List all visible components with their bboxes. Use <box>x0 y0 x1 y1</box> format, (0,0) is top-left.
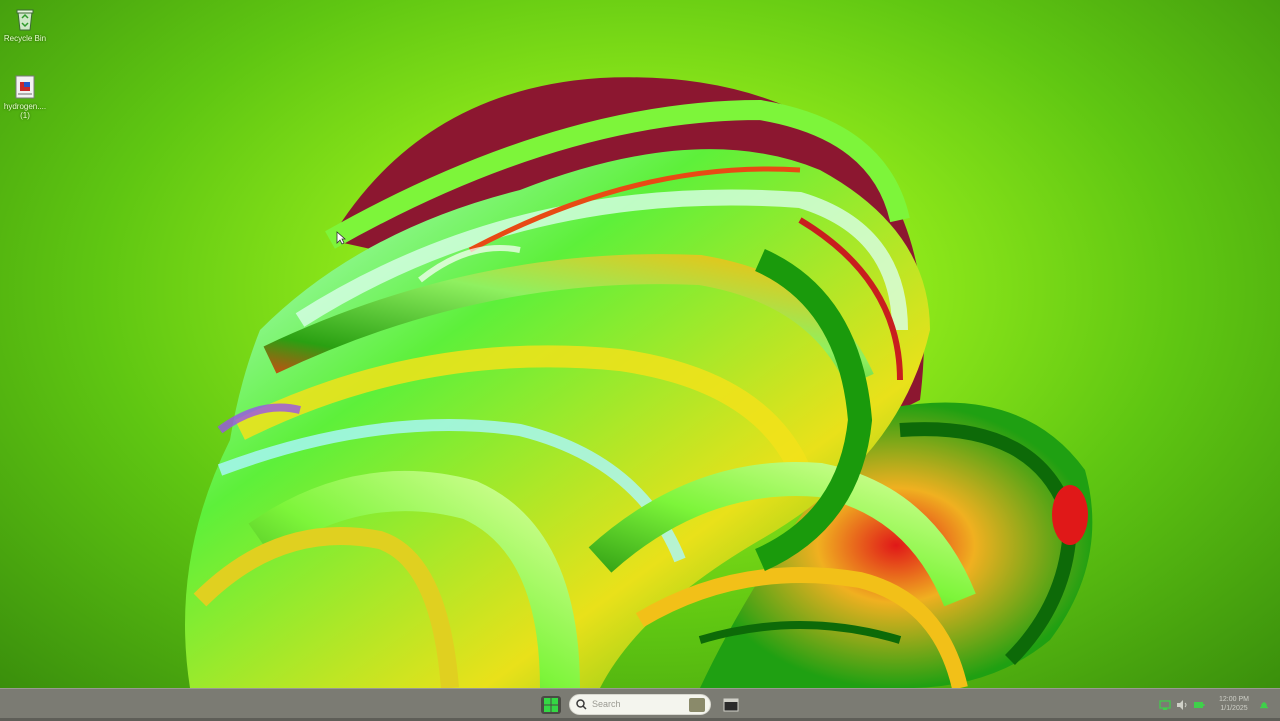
start-button[interactable] <box>541 696 561 714</box>
windows-start-icon <box>544 698 558 712</box>
search-icon <box>576 699 587 710</box>
taskbar-search-box[interactable]: Search <box>569 694 711 715</box>
taskbar-clock[interactable]: 12:00 PM 1/1/2025 <box>1212 695 1256 713</box>
desktop-icon-label-line2: (1) <box>20 111 30 120</box>
clock-date: 1/1/2025 <box>1220 705 1248 712</box>
search-placeholder: Search <box>592 699 621 709</box>
mouse-cursor-icon <box>336 231 346 245</box>
desktop-icon-label: Recycle Bin <box>3 34 47 43</box>
network-icon[interactable] <box>1159 699 1171 711</box>
desktop-icon-label: hydrogen.... <box>3 102 47 111</box>
wallpaper-bloom-art <box>185 77 1093 688</box>
pinned-app-button[interactable] <box>721 696 741 714</box>
app-window-icon <box>723 698 739 712</box>
desktop-icon-recycle-bin[interactable]: Recycle Bin <box>0 6 50 43</box>
clock-time: 12:00 PM <box>1219 696 1249 703</box>
battery-icon[interactable] <box>1193 699 1205 711</box>
document-file-icon <box>15 75 35 99</box>
search-highlight-icon <box>689 698 705 712</box>
recycle-bin-icon <box>16 9 34 31</box>
desktop-icon-hydrogen-file[interactable]: hydrogen.... (1) <box>0 74 50 120</box>
notification-bell-icon[interactable] <box>1259 700 1269 710</box>
volume-icon[interactable] <box>1176 699 1188 711</box>
desktop[interactable]: Recycle Bin hydrogen.... (1) <box>0 0 1280 688</box>
taskbar: Search 12:00 PM 1/1/2025 <box>0 688 1280 721</box>
